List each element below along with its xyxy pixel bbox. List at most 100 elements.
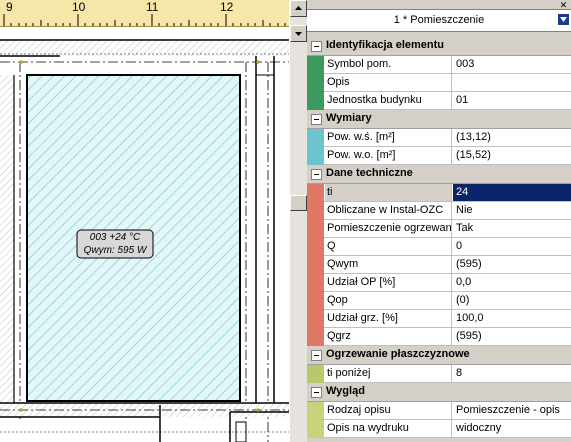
scroll-down-button[interactable] bbox=[290, 25, 307, 42]
floor-plan[interactable]: 003 +24 °C Qwym: 595 W bbox=[0, 27, 289, 442]
collapse-icon[interactable] bbox=[311, 350, 322, 361]
property-name: Pow. w.ś. [m²] bbox=[325, 129, 452, 146]
section-label: Wymiary bbox=[326, 112, 372, 124]
triangle-up-icon bbox=[295, 6, 302, 10]
section-color-stripe bbox=[307, 365, 324, 383]
section-color-stripe bbox=[307, 292, 324, 310]
section-identyfikacja[interactable]: Identyfikacja elementu bbox=[307, 37, 571, 56]
property-row[interactable]: Jednostka budynku 01 bbox=[307, 92, 571, 110]
drawing-canvas[interactable]: 9 10 11 12 003 +24 °C Qwym: 595 W bbox=[0, 0, 289, 442]
ruler-label: 11 bbox=[146, 0, 159, 14]
property-value[interactable]: (15,52) bbox=[453, 147, 571, 164]
section-color-stripe bbox=[307, 129, 324, 147]
scroll-thumb[interactable] bbox=[290, 195, 307, 211]
property-name: Opis na wydruku bbox=[325, 420, 452, 437]
section-wyglad[interactable]: Wygląd bbox=[307, 383, 571, 402]
section-color-stripe bbox=[307, 256, 324, 274]
property-row-selected[interactable]: ti 24 bbox=[307, 184, 571, 202]
property-row[interactable]: Pow. w.ś. [m²] (13,12) bbox=[307, 129, 571, 147]
ruler-label: 12 bbox=[220, 0, 234, 14]
section-color-stripe bbox=[307, 74, 324, 92]
property-name: Jednostka budynku bbox=[325, 92, 452, 109]
property-name: Qop bbox=[325, 292, 452, 309]
horizontal-ruler: 9 10 11 12 bbox=[0, 0, 289, 27]
property-value[interactable]: (13,12) bbox=[453, 129, 571, 146]
property-row[interactable]: Rodzaj opisu Pomieszczenie - opis bbox=[307, 402, 571, 420]
property-name: Pow. w.o. [m²] bbox=[325, 147, 452, 164]
property-row[interactable]: Opis na wydruku widoczny bbox=[307, 420, 571, 438]
section-color-stripe bbox=[307, 238, 324, 256]
property-name: Rodzaj opisu bbox=[325, 402, 452, 419]
property-row[interactable]: Qwym (595) bbox=[307, 256, 571, 274]
property-row[interactable]: Symbol pom. 003 bbox=[307, 56, 571, 74]
property-value[interactable] bbox=[453, 74, 571, 91]
property-row[interactable]: Qop (0) bbox=[307, 292, 571, 310]
room-label-line1: 003 +24 °C bbox=[90, 232, 141, 243]
property-row[interactable]: Udział OP [%] 0,0 bbox=[307, 274, 571, 292]
panel-header-bar: ✕ bbox=[307, 0, 571, 10]
property-row[interactable]: Obliczane w Instal-OZC Nie bbox=[307, 202, 571, 220]
section-color-stripe bbox=[307, 147, 324, 165]
property-value[interactable]: 0,0 bbox=[453, 274, 571, 291]
property-value[interactable]: (595) bbox=[453, 328, 571, 345]
section-label: Wygląd bbox=[326, 385, 365, 397]
property-value[interactable]: Pomieszczenie - opis bbox=[453, 402, 571, 419]
section-color-stripe bbox=[307, 274, 324, 292]
section-color-stripe bbox=[307, 92, 324, 110]
ruler-label: 10 bbox=[72, 0, 86, 14]
collapse-icon[interactable] bbox=[311, 387, 322, 398]
section-dane-techniczne[interactable]: Dane techniczne bbox=[307, 165, 571, 184]
property-name: ti poniżej bbox=[325, 365, 452, 382]
section-label: Identyfikacja elementu bbox=[326, 39, 444, 51]
property-row[interactable]: Pomieszczenie ogrzewane Tak bbox=[307, 220, 571, 238]
section-color-stripe bbox=[307, 328, 324, 346]
room-label-line2: Qwym: 595 W bbox=[84, 245, 148, 256]
property-name: Udział OP [%] bbox=[325, 274, 452, 291]
section-color-stripe bbox=[307, 402, 324, 420]
ruler-label: 9 bbox=[6, 0, 13, 14]
property-value[interactable]: 01 bbox=[453, 92, 571, 109]
property-row[interactable]: Qgrz (595) bbox=[307, 328, 571, 346]
ruler-ticks bbox=[3, 14, 286, 26]
vertical-scrollbar[interactable] bbox=[289, 0, 307, 442]
property-name: Qwym bbox=[325, 256, 452, 273]
property-value[interactable]: widoczny bbox=[453, 420, 571, 437]
chevron-down-icon[interactable] bbox=[558, 14, 569, 25]
section-ogrzewanie-plaszczyznowe[interactable]: Ogrzewanie płaszczyznowe bbox=[307, 346, 571, 365]
property-value[interactable]: 100,0 bbox=[453, 310, 571, 327]
property-name: Pomieszczenie ogrzewane bbox=[325, 220, 452, 237]
properties-panel: ✕ 1 * Pomieszczenie Identyfikacja elemen… bbox=[307, 0, 571, 442]
collapse-icon[interactable] bbox=[311, 41, 322, 52]
section-color-stripe bbox=[307, 420, 324, 438]
property-value[interactable]: Nie bbox=[453, 202, 571, 219]
property-value[interactable]: Tak bbox=[453, 220, 571, 237]
property-value[interactable]: 0 bbox=[453, 238, 571, 255]
section-color-stripe bbox=[307, 310, 324, 328]
section-color-stripe bbox=[307, 184, 324, 202]
property-row[interactable]: Q 0 bbox=[307, 238, 571, 256]
property-value[interactable]: 8 bbox=[453, 365, 571, 382]
property-row[interactable]: Udział grz. [%] 100,0 bbox=[307, 310, 571, 328]
panel-title[interactable]: 1 * Pomieszczenie bbox=[307, 9, 571, 32]
property-value[interactable]: 24 bbox=[453, 184, 571, 201]
property-name: Qgrz bbox=[325, 328, 452, 345]
property-name: Symbol pom. bbox=[325, 56, 452, 73]
property-grid: Identyfikacja elementu Symbol pom. 003 O… bbox=[307, 37, 571, 438]
triangle-down-icon bbox=[295, 32, 302, 36]
section-color-stripe bbox=[307, 202, 324, 220]
section-color-stripe bbox=[307, 220, 324, 238]
property-name: Opis bbox=[325, 74, 452, 91]
collapse-icon[interactable] bbox=[311, 169, 322, 180]
scroll-up-button[interactable] bbox=[290, 0, 307, 17]
property-value[interactable]: (595) bbox=[453, 256, 571, 273]
property-name: Q bbox=[325, 238, 452, 255]
property-value[interactable]: 003 bbox=[453, 56, 571, 73]
property-row[interactable]: Pow. w.o. [m²] (15,52) bbox=[307, 147, 571, 165]
property-value[interactable]: (0) bbox=[453, 292, 571, 309]
wall bbox=[0, 75, 14, 405]
property-name: Udział grz. [%] bbox=[325, 310, 452, 327]
collapse-icon[interactable] bbox=[311, 114, 322, 125]
property-row[interactable]: Opis bbox=[307, 74, 571, 92]
property-row[interactable]: ti poniżej 8 bbox=[307, 365, 571, 383]
section-wymiary[interactable]: Wymiary bbox=[307, 110, 571, 129]
